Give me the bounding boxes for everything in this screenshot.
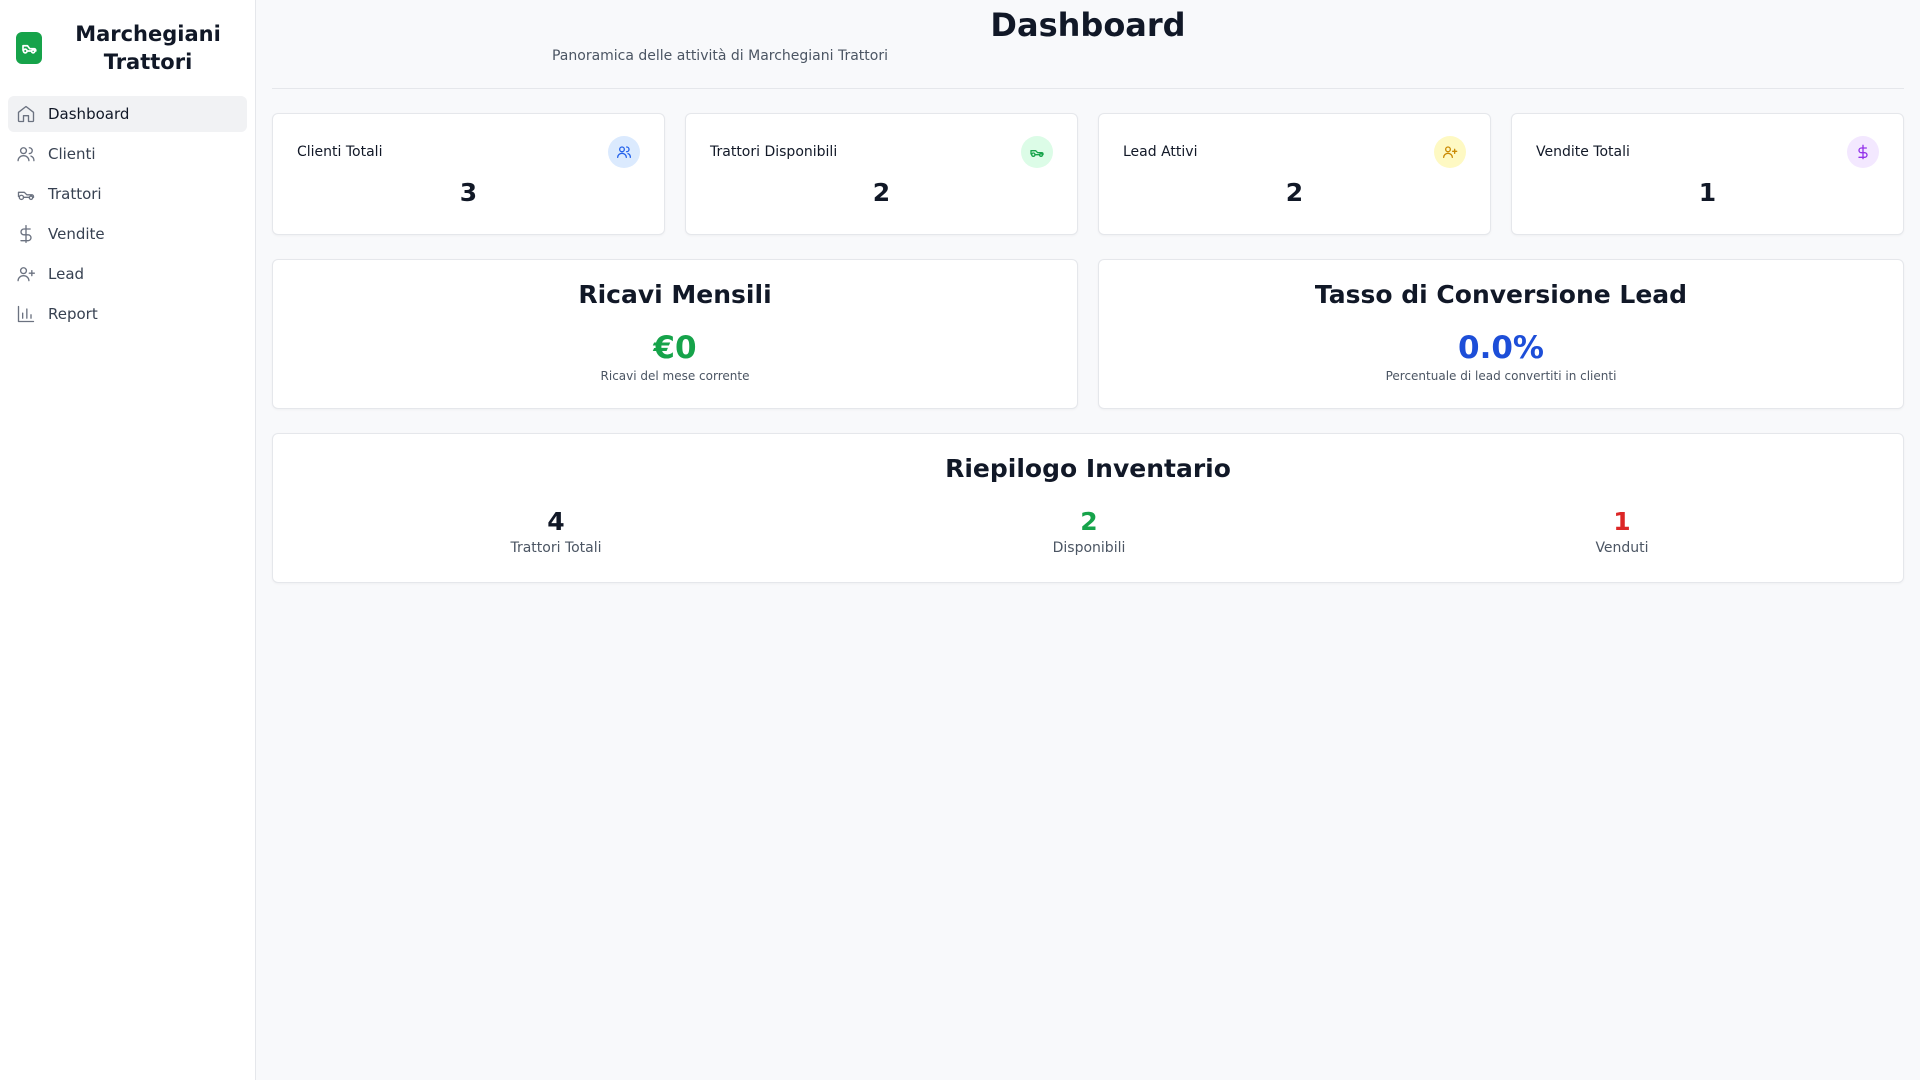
conversion-title: Tasso di Conversione Lead xyxy=(1314,280,1688,309)
revenue-title: Ricavi Mensili xyxy=(578,280,772,309)
inventory-value: 2 xyxy=(1080,507,1098,536)
revenue-caption: Ricavi del mese corrente xyxy=(600,369,750,383)
inventory-label: Venduti xyxy=(1595,540,1649,556)
conversion-value: 0.0% xyxy=(1458,330,1544,366)
stat-label: Trattori Disponibili xyxy=(710,144,838,160)
sidebar-nav: Dashboard Clienti Trattori Vendite Lead xyxy=(8,96,247,336)
revenue-card: Ricavi Mensili €0 Ricavi del mese corren… xyxy=(272,259,1078,409)
sidebar-item-label: Trattori xyxy=(48,185,102,203)
sidebar-item-clienti[interactable]: Clienti xyxy=(8,136,247,172)
sidebar-item-vendite[interactable]: Vendite xyxy=(8,216,247,252)
users-icon xyxy=(16,144,36,164)
sidebar-item-label: Lead xyxy=(48,265,85,283)
stat-value: 2 xyxy=(1285,178,1304,207)
inventory-value: 1 xyxy=(1613,507,1631,536)
stat-value: 1 xyxy=(1698,178,1717,207)
page-title: Dashboard xyxy=(990,6,1186,44)
inventory-label: Trattori Totali xyxy=(510,540,602,556)
sidebar: Marchegiani Trattori Dashboard Clienti T… xyxy=(0,0,256,1080)
bar-chart-icon xyxy=(16,304,36,324)
stat-card-vendite-totali: Vendite Totali 1 xyxy=(1511,113,1904,235)
stat-label: Clienti Totali xyxy=(297,144,383,160)
sidebar-item-label: Clienti xyxy=(48,145,96,163)
inventory-item-totali: 4 Trattori Totali xyxy=(356,506,756,556)
users-icon xyxy=(608,136,640,168)
stat-value: 3 xyxy=(459,178,478,207)
stat-card-lead-attivi: Lead Attivi 2 xyxy=(1098,113,1491,235)
user-plus-icon xyxy=(1434,136,1466,168)
sidebar-item-dashboard[interactable]: Dashboard xyxy=(8,96,247,132)
inventory-title: Riepilogo Inventario xyxy=(945,454,1231,483)
inventory-value: 4 xyxy=(547,507,565,536)
stat-card-trattori-disponibili: Trattori Disponibili 2 xyxy=(685,113,1078,235)
stat-label: Vendite Totali xyxy=(1536,144,1630,160)
tractor-logo-icon xyxy=(16,32,42,64)
revenue-value: €0 xyxy=(653,330,697,366)
inventory-card: Riepilogo Inventario 4 Trattori Totali 2… xyxy=(272,433,1904,583)
sidebar-item-label: Report xyxy=(48,305,98,323)
inventory-item-disponibili: 2 Disponibili xyxy=(889,506,1289,556)
sidebar-item-lead[interactable]: Lead xyxy=(8,256,247,292)
stat-value: 2 xyxy=(872,178,891,207)
user-plus-icon xyxy=(16,264,36,284)
stat-label: Lead Attivi xyxy=(1123,144,1198,160)
tractor-icon xyxy=(1021,136,1053,168)
brand: Marchegiani Trattori xyxy=(16,20,246,76)
header-divider xyxy=(272,88,1904,89)
conversion-card: Tasso di Conversione Lead 0.0% Percentua… xyxy=(1098,259,1904,409)
conversion-caption: Percentuale di lead convertiti in client… xyxy=(1385,369,1617,383)
sidebar-item-report[interactable]: Report xyxy=(8,296,247,332)
tractor-icon xyxy=(16,184,36,204)
dollar-icon xyxy=(16,224,36,244)
stat-card-clienti: Clienti Totali 3 xyxy=(272,113,665,235)
sidebar-item-label: Dashboard xyxy=(48,105,130,123)
inventory-label: Disponibili xyxy=(1052,540,1126,556)
dollar-icon xyxy=(1847,136,1879,168)
sidebar-item-label: Vendite xyxy=(48,225,105,243)
brand-name: Marchegiani Trattori xyxy=(75,22,221,74)
page-subtitle: Panoramica delle attività di Marchegiani… xyxy=(551,48,888,64)
inventory-item-venduti: 1 Venduti xyxy=(1422,506,1822,556)
home-icon xyxy=(16,104,36,124)
sidebar-item-trattori[interactable]: Trattori xyxy=(8,176,247,212)
